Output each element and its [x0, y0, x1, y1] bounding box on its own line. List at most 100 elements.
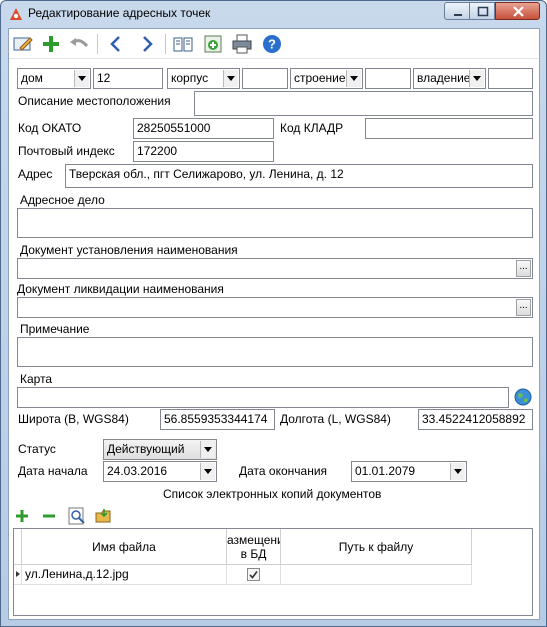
ownership-type-select[interactable]: владение [413, 68, 486, 89]
status-label: Статус [18, 442, 56, 456]
add-button[interactable] [40, 33, 62, 55]
open-document-button[interactable] [95, 507, 113, 525]
structure-type-select[interactable]: строение [290, 68, 363, 89]
row-header-corner [14, 529, 22, 565]
globe-icon[interactable] [514, 388, 532, 406]
house-number-input[interactable]: 12 [93, 68, 163, 89]
close-button[interactable] [495, 2, 540, 20]
documents-table: Имя файла азмещени в БД Путь к файлу ул.… [13, 528, 533, 616]
column-header-stored-in-db[interactable]: азмещени в БД [227, 529, 281, 565]
toolbar-separator [97, 34, 98, 54]
help-icon: ? [263, 35, 281, 53]
start-date-value: 24.03.2016 [107, 464, 168, 478]
add-document-button[interactable] [13, 507, 31, 525]
note-input[interactable] [17, 337, 533, 367]
postal-code-label: Почтовый индекс [18, 144, 115, 158]
book-button[interactable] [172, 33, 194, 55]
help-button[interactable]: ? [261, 33, 283, 55]
stored-in-db-cell[interactable] [227, 565, 281, 585]
back-button[interactable] [105, 33, 127, 55]
chevron-down-icon [74, 70, 89, 87]
chevron-down-icon [469, 70, 484, 87]
file-name-cell[interactable]: ул.Ленина,д.12.jpg [22, 565, 227, 585]
add-record-button[interactable] [202, 33, 224, 55]
liquidation-document-browse-button[interactable]: ... [516, 299, 531, 316]
ownership-number-input[interactable] [488, 68, 533, 89]
column-header-file-name[interactable]: Имя файла [22, 529, 227, 565]
edit-icon [13, 37, 33, 51]
status-select[interactable]: Действующий [103, 439, 217, 460]
structure-type-value: строение [294, 71, 346, 85]
checkmark-icon [249, 571, 258, 579]
forward-icon [143, 36, 153, 52]
preview-document-button[interactable] [68, 507, 86, 525]
column-header-path[interactable]: Путь к файлу [281, 529, 472, 565]
back-icon [110, 36, 120, 52]
stored-in-db-checkbox[interactable] [247, 568, 260, 581]
building-number-input[interactable] [242, 68, 288, 89]
minimize-icon [454, 14, 462, 16]
start-date-label: Дата начала [18, 464, 88, 478]
remove-document-button[interactable] [40, 507, 58, 525]
status-value: Действующий [107, 442, 185, 456]
ownership-type-value: владение [417, 71, 471, 85]
print-button[interactable] [231, 33, 253, 55]
okato-input[interactable]: 28250551000 [133, 118, 274, 139]
close-icon [513, 6, 524, 17]
latitude-input[interactable]: 56.8559353344174 [160, 409, 275, 430]
structure-number-input[interactable] [365, 68, 411, 89]
address-file-input[interactable] [17, 208, 533, 238]
undo-button[interactable] [68, 33, 90, 55]
liquidation-document-input[interactable]: ... [17, 297, 533, 318]
house-type-value: дом [21, 71, 43, 85]
longitude-input[interactable]: 33.4522412058892 [418, 409, 533, 430]
edit-button[interactable] [12, 33, 34, 55]
form-body: ? дом 12 корпус строение владение Описан… [8, 28, 540, 620]
building-type-select[interactable]: корпус [167, 68, 240, 89]
start-date-picker[interactable]: 24.03.2016 [103, 461, 217, 482]
toolbar-separator [165, 34, 166, 54]
remove-icon [43, 514, 55, 518]
end-date-picker[interactable]: 01.01.2079 [351, 461, 467, 482]
title-bar[interactable]: Редактирование адресных точек [1, 1, 546, 27]
chevron-down-icon [346, 70, 361, 87]
documents-title: Список электронных копий документов [163, 487, 382, 501]
add-icon [16, 510, 28, 522]
naming-document-label: Документ установления наименования [20, 243, 238, 257]
book-icon [173, 37, 193, 52]
address-label: Адрес [18, 167, 53, 181]
path-cell[interactable] [281, 565, 472, 585]
note-label: Примечание [20, 322, 90, 336]
editor-window: Редактирование адресных точек ? дом 12 к… [0, 0, 547, 627]
end-date-value: 01.01.2079 [355, 464, 416, 478]
longitude-label: Долгота (L, WGS84) [280, 412, 391, 426]
add-icon [43, 36, 59, 52]
row-indicator [14, 565, 22, 585]
postal-code-input[interactable]: 172200 [133, 141, 274, 162]
forward-button[interactable] [136, 33, 158, 55]
app-icon [10, 8, 22, 20]
latitude-label: Широта (B, WGS84) [18, 412, 129, 426]
window-title: Редактирование адресных точек [28, 6, 211, 20]
print-icon [232, 34, 252, 54]
map-label: Карта [20, 372, 53, 386]
address-input[interactable]: Тверская обл., пгт Селижарово, ул. Ленин… [65, 164, 533, 188]
minimize-button[interactable] [444, 2, 470, 20]
naming-document-input[interactable]: ... [17, 258, 533, 279]
preview-icon [68, 507, 85, 525]
address-file-label: Адресное дело [20, 193, 105, 207]
open-folder-icon [95, 509, 111, 523]
undo-icon [70, 38, 89, 48]
end-date-label: Дата окончания [239, 464, 328, 478]
naming-document-browse-button[interactable]: ... [516, 260, 531, 277]
chevron-down-icon [223, 70, 238, 87]
map-input[interactable] [17, 387, 509, 408]
maximize-button[interactable] [469, 2, 495, 20]
building-type-value: корпус [171, 71, 209, 85]
liquidation-document-label: Документ ликвидации наименования [17, 282, 224, 296]
location-description-input[interactable] [194, 91, 533, 116]
house-type-select[interactable]: дом [17, 68, 91, 89]
kladr-input[interactable] [365, 118, 533, 139]
chevron-down-icon [450, 463, 465, 480]
location-description-label: Описание местоположения [18, 94, 171, 108]
